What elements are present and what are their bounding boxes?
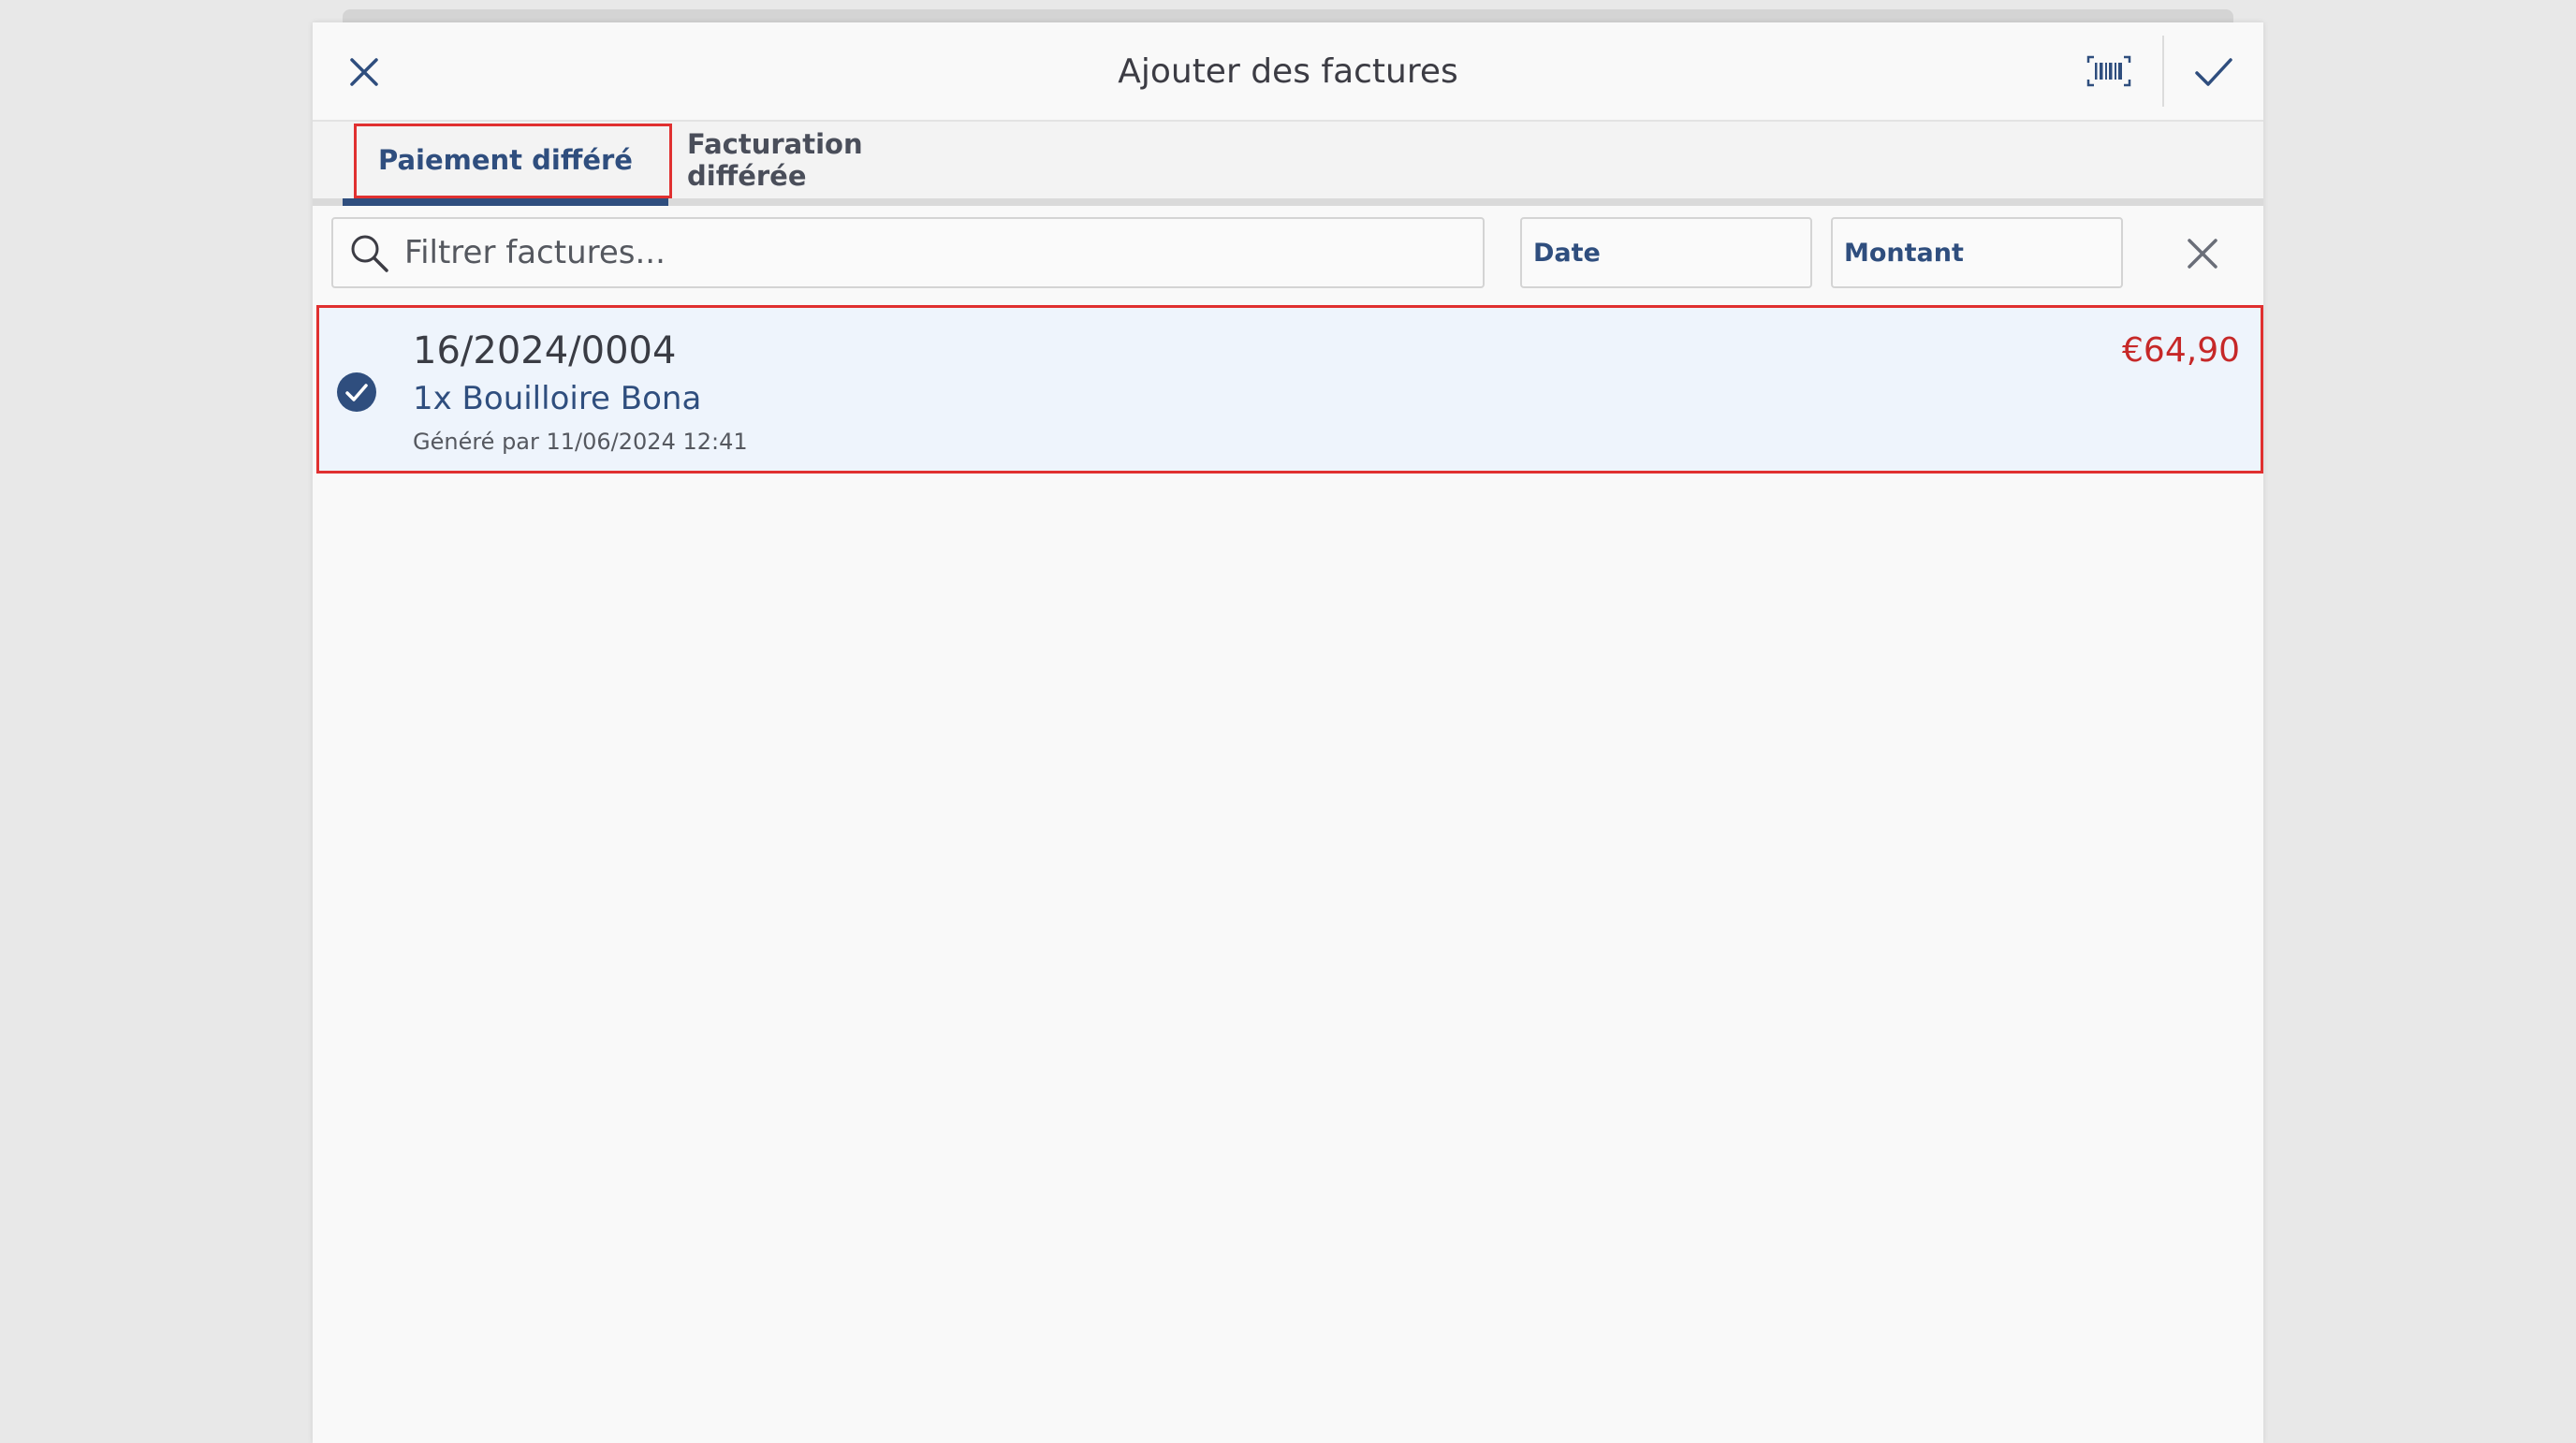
amount-filter-field[interactable]: Montant	[1831, 217, 2123, 288]
active-tab-indicator	[343, 198, 668, 206]
clear-filters-button[interactable]	[2179, 230, 2226, 277]
date-filter-field[interactable]: Date	[1520, 217, 1812, 288]
close-icon	[2188, 239, 2217, 269]
tab-bar: Paiement différé Facturation différée	[313, 122, 2263, 206]
invoice-list-item[interactable]: 16/2024/0004 1x Bouilloire Bona Généré p…	[316, 305, 2263, 474]
search-input[interactable]	[404, 219, 1471, 286]
dialog-title: Ajouter des factures	[1118, 52, 1458, 91]
invoice-item: 1x Bouilloire Bona	[413, 380, 702, 417]
add-invoices-dialog: Ajouter des factures Paiement différé Fa…	[313, 22, 2263, 1443]
dialog-header: Ajouter des factures	[313, 22, 2263, 122]
invoice-amount: €64,90	[2122, 331, 2240, 370]
tab-paiement-differe[interactable]: Paiement différé	[343, 122, 668, 198]
tab-facturation-differee[interactable]: Facturation différée	[687, 122, 959, 198]
header-divider	[2162, 36, 2164, 107]
confirm-button[interactable]	[2181, 49, 2247, 95]
invoice-number: 16/2024/0004	[413, 329, 677, 372]
selected-checkmark-icon[interactable]	[336, 372, 377, 413]
barcode-scan-icon	[2086, 55, 2131, 87]
search-box	[331, 217, 1485, 288]
search-icon	[351, 235, 388, 272]
checkmark-icon	[2195, 58, 2232, 86]
barcode-scan-button[interactable]	[2071, 39, 2147, 103]
invoice-generated-date: Généré par 11/06/2024 12:41	[413, 429, 748, 455]
